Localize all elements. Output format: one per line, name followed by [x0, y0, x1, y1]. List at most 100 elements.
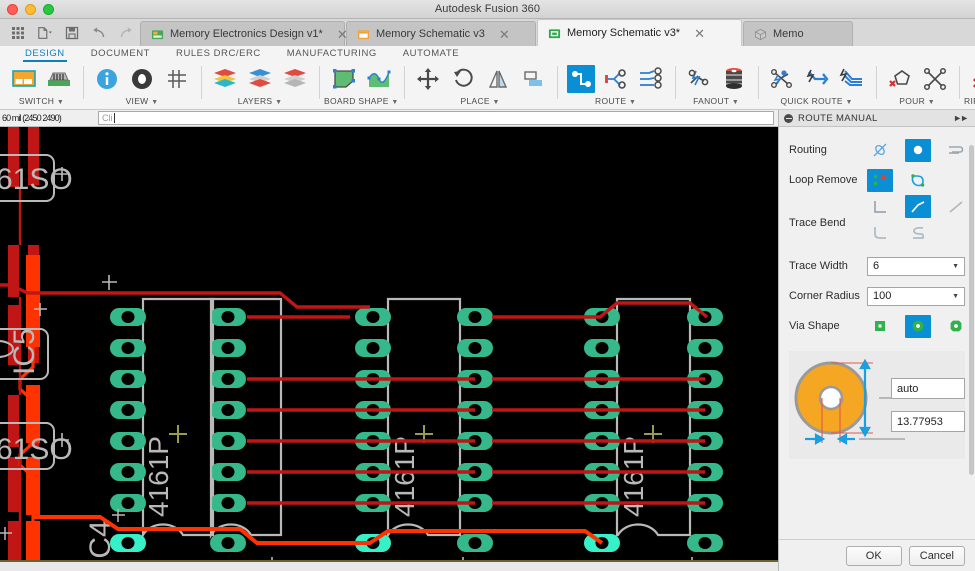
close-window-button[interactable] — [7, 4, 18, 15]
loop-remove-on-icon[interactable] — [867, 169, 893, 192]
quick-access-toolbar — [0, 19, 140, 46]
via-octagon-icon[interactable] — [943, 315, 969, 338]
ribbon-group-label-layers: LAYERS ▼ — [238, 96, 283, 108]
bend-right-angle-icon[interactable] — [867, 195, 893, 218]
via-round-icon[interactable] — [905, 315, 931, 338]
schematic-doc-icon — [357, 28, 370, 41]
zoom-window-button[interactable] — [43, 4, 54, 15]
document-tab-label: Memory Schematic v3 — [376, 28, 485, 40]
routing-push-icon[interactable] — [943, 139, 969, 162]
layer-settings-icon[interactable] — [211, 65, 239, 93]
route-manual-icon[interactable] — [567, 65, 595, 93]
ribbon-group-board-shape: BOARD SHAPE ▼ — [319, 62, 404, 109]
ribbon-group-label-quick-route: QUICK ROUTE ▼ — [781, 96, 853, 108]
align-icon[interactable] — [519, 65, 547, 93]
undo-icon[interactable] — [91, 25, 107, 41]
minus-circle-icon[interactable] — [784, 114, 793, 123]
bend-blank-icon[interactable] — [867, 221, 893, 244]
ribbon-group-label-pour: POUR ▼ — [899, 96, 935, 108]
loop-remove-off-icon[interactable] — [905, 169, 931, 192]
switch-to-pcb-3d-icon[interactable] — [45, 65, 73, 93]
window-title: Autodesk Fusion 360 — [435, 3, 540, 15]
panel-scrollbar-thumb[interactable] — [969, 145, 974, 475]
bend-s-curve-icon[interactable] — [905, 221, 931, 244]
ribbon-tab-rules[interactable]: RULES DRC/ERC — [163, 46, 274, 62]
route-bus-icon[interactable] — [637, 65, 665, 93]
bend-45-degree-icon[interactable] — [905, 195, 931, 218]
ratsnest-icon[interactable] — [921, 65, 949, 93]
chevron-down-icon[interactable]: ▼ — [952, 263, 961, 270]
via-square-icon[interactable] — [867, 315, 893, 338]
ribbon-group-label-route: ROUTE ▼ — [595, 96, 636, 108]
corner-radius-label: Corner Radius — [789, 290, 867, 302]
loop-remove-label: Loop Remove — [789, 174, 867, 186]
ribbon-group-label-fanout: FANOUT ▼ — [693, 96, 739, 108]
quick-route-single-icon[interactable] — [803, 65, 831, 93]
document-tab-1[interactable]: Memory Schematic v3 ✕ — [346, 21, 536, 46]
routing-walkaround-icon[interactable] — [905, 139, 931, 162]
document-tab-label: Memory Electronics Design v1* — [170, 28, 323, 40]
display-mode-icon[interactable] — [128, 65, 156, 93]
corner-radius-select[interactable]: 100 ▼ — [867, 287, 965, 306]
ripup-trace-icon[interactable] — [969, 65, 975, 93]
file-new-icon[interactable] — [37, 25, 53, 41]
fanout-icon[interactable] — [685, 65, 713, 93]
ribbon-tab-design[interactable]: DESIGN — [12, 46, 78, 62]
ribbon-tab-row: DESIGN DOCUMENT RULES DRC/ERC MANUFACTUR… — [0, 46, 975, 62]
rotate-icon[interactable] — [449, 65, 477, 93]
ribbon-tab-automate[interactable]: AUTOMATE — [390, 46, 472, 62]
command-input-placeholder: Cli — [102, 113, 113, 123]
panel-title: ROUTE MANUAL — [798, 113, 948, 124]
close-tab-icon[interactable]: ✕ — [499, 28, 510, 41]
layer-visibility-icon[interactable] — [246, 65, 274, 93]
cube-3d-icon — [754, 28, 767, 41]
minimize-window-button[interactable] — [25, 4, 36, 15]
trace-bend-row: Trace Bend — [789, 195, 965, 251]
mirror-icon[interactable] — [484, 65, 512, 93]
grid-icon[interactable] — [163, 65, 191, 93]
redo-icon[interactable] — [118, 25, 134, 41]
quick-route-bus-icon[interactable] — [838, 65, 866, 93]
pcb-board-icon — [548, 27, 561, 40]
svg-text:4161P: 4161P — [618, 436, 649, 517]
board-profile-icon[interactable] — [365, 65, 393, 93]
document-tab-3[interactable]: Memo — [743, 21, 853, 46]
ribbon-group-view: VIEW ▼ — [83, 62, 201, 109]
routing-off-icon[interactable] — [867, 139, 893, 162]
close-tab-icon[interactable]: ✕ — [694, 27, 705, 40]
board-outline-icon[interactable] — [330, 65, 358, 93]
via-stack-icon[interactable] — [720, 65, 748, 93]
ribbon-group-place: PLACE ▼ — [404, 62, 557, 109]
move-icon[interactable] — [414, 65, 442, 93]
save-icon[interactable] — [64, 25, 80, 41]
document-tab-2[interactable]: Memory Schematic v3* ✕ — [537, 19, 742, 46]
grid-apps-icon[interactable] — [10, 25, 26, 41]
ribbon-group-pour: POUR ▼ — [876, 62, 959, 109]
svg-text:4161P: 4161P — [143, 436, 174, 517]
ribbon-group-fanout: FANOUT ▼ — [675, 62, 758, 109]
ok-button[interactable]: OK — [846, 546, 902, 566]
via-diameter-field[interactable]: auto — [891, 378, 965, 399]
polygon-pour-icon[interactable] — [886, 65, 914, 93]
pcb-canvas[interactable]: 61SO IC5 61SO — [0, 127, 778, 562]
navigation-bar: Memory Electronics Design v1* ✕ Memory S… — [0, 19, 975, 46]
ribbon-tab-document[interactable]: DOCUMENT — [78, 46, 163, 62]
switch-to-schematic-icon[interactable] — [10, 65, 38, 93]
panel-scrollbar[interactable] — [969, 145, 974, 535]
routing-label: Routing — [789, 144, 867, 156]
cancel-button[interactable]: Cancel — [909, 546, 965, 566]
chevron-down-icon[interactable]: ▼ — [952, 293, 961, 300]
expand-right-icon[interactable]: ►► — [953, 113, 970, 123]
ribbon-group-switch: SWITCH ▼ — [0, 62, 83, 109]
via-drill-field[interactable]: 13.77953 — [891, 411, 965, 432]
trace-width-select[interactable]: 6 ▼ — [867, 257, 965, 276]
route-airwire-icon[interactable] — [602, 65, 630, 93]
svg-text:4161P: 4161P — [389, 436, 420, 517]
document-tab-0[interactable]: Memory Electronics Design v1* ✕ — [140, 21, 345, 46]
bend-free-icon[interactable] — [943, 195, 969, 218]
info-icon[interactable] — [93, 65, 121, 93]
ribbon-tab-manufacturing[interactable]: MANUFACTURING — [274, 46, 390, 62]
autoroute-icon[interactable] — [768, 65, 796, 93]
layer-stack-icon[interactable] — [281, 65, 309, 93]
command-input[interactable]: Cli — [98, 111, 774, 125]
